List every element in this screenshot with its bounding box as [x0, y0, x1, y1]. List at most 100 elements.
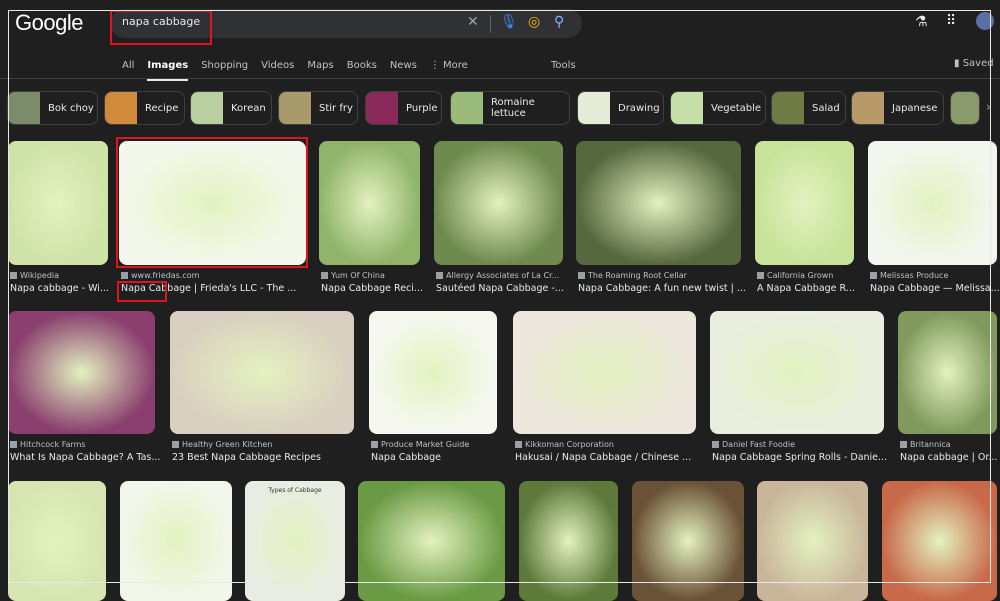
image-title[interactable]: 23 Best Napa Cabbage Recipes	[172, 452, 360, 463]
image-result[interactable]	[882, 481, 997, 601]
apps-grid-icon[interactable]: ⠿	[946, 13, 956, 29]
chip-vegetable[interactable]: Vegetable	[670, 91, 766, 125]
image-result[interactable]	[898, 311, 997, 434]
labs-flask-icon[interactable]: ⚗	[915, 14, 928, 30]
site-favicon	[371, 441, 378, 448]
image-result[interactable]	[319, 141, 420, 265]
image-title[interactable]: Napa Cabbage | Frieda's LLC - The ...	[121, 283, 312, 294]
image-source[interactable]: California Grown	[757, 271, 856, 280]
search-icon[interactable]: ⚲	[554, 14, 564, 30]
image-result[interactable]	[513, 311, 696, 434]
site-favicon	[10, 441, 17, 448]
image-title[interactable]: Napa Cabbage: A fun new twist | ...	[578, 283, 747, 294]
image-result[interactable]	[8, 311, 155, 434]
image-title[interactable]: Napa cabbage | Or...	[900, 452, 1000, 463]
image-title[interactable]: Napa Cabbage — Melissa...	[870, 283, 1000, 294]
source-label: Healthy Green Kitchen	[182, 440, 273, 449]
chip-label: Drawing	[618, 102, 660, 114]
site-favicon	[10, 272, 17, 279]
image-title[interactable]: Napa Cabbage Reci...	[321, 283, 426, 294]
search-input[interactable]	[122, 15, 462, 28]
image-source[interactable]: Daniel Fast Foodie	[712, 440, 886, 449]
chip-label: Stir fry	[319, 102, 353, 114]
chip-thumbnail	[451, 92, 483, 124]
chip-purple[interactable]: Purple	[365, 91, 442, 125]
image-result[interactable]	[119, 141, 306, 265]
image-title[interactable]: Napa Cabbage Spring Rolls - Danie...	[712, 452, 890, 463]
source-label: Britannica	[910, 440, 951, 449]
chip-label: Korean	[231, 102, 266, 114]
image-source[interactable]: Kikkoman Corporation	[515, 440, 698, 449]
image-source[interactable]: Britannica	[900, 440, 999, 449]
clear-icon[interactable]: ✕	[467, 14, 479, 30]
bookmark-icon: ▮	[954, 58, 963, 69]
image-source[interactable]: www.friedas.com	[121, 271, 308, 280]
image-result[interactable]	[576, 141, 741, 265]
image-title[interactable]: A Napa Cabbage R...	[757, 283, 860, 294]
image-source[interactable]: Healthy Green Kitchen	[172, 440, 356, 449]
image-result[interactable]	[120, 481, 232, 601]
lens-icon[interactable]: ◎	[528, 14, 540, 30]
chip-thumbnail	[852, 92, 884, 124]
chip-bok-choy[interactable]: Bok choy	[7, 91, 98, 125]
image-title[interactable]: What Is Napa Cabbage? A Tas...	[10, 452, 161, 463]
image-result[interactable]	[868, 141, 997, 265]
chip-thumbnail	[772, 92, 804, 124]
image-result[interactable]	[710, 311, 884, 434]
image-source[interactable]: Hitchcock Farms	[10, 440, 157, 449]
chip-japanese[interactable]: Japanese	[851, 91, 944, 125]
tools-button[interactable]: Tools	[551, 60, 576, 71]
image-result[interactable]	[358, 481, 505, 601]
chip-romaine-lettuce[interactable]: Romaine lettuce	[450, 91, 570, 125]
site-favicon	[757, 272, 764, 279]
image-source[interactable]: The Roaming Root Cellar	[578, 271, 743, 280]
site-favicon	[712, 441, 719, 448]
source-label: California Grown	[767, 271, 834, 280]
source-label: Produce Market Guide	[381, 440, 470, 449]
chip-thumbnail	[191, 92, 223, 124]
chip-stir-fry[interactable]: Stir fry	[278, 91, 358, 125]
chip-salad[interactable]: Salad	[771, 91, 846, 125]
site-favicon	[172, 441, 179, 448]
chip-korean[interactable]: Korean	[190, 91, 272, 125]
chip-recipe[interactable]: Recipe	[104, 91, 185, 125]
source-label: The Roaming Root Cellar	[588, 271, 687, 280]
image-source[interactable]: Produce Market Guide	[371, 440, 499, 449]
source-label: Yum Of China	[331, 271, 385, 280]
site-favicon	[870, 272, 877, 279]
source-label: Allergy Associates of La Cr...	[446, 271, 560, 280]
image-title[interactable]: Napa cabbage - Wi...	[10, 283, 114, 294]
image-title[interactable]: Sautéed Napa Cabbage -...	[436, 283, 569, 294]
image-result[interactable]: Types of Cabbage	[245, 481, 345, 601]
chip-more-partial[interactable]	[950, 91, 980, 125]
google-logo[interactable]: Google	[15, 10, 83, 36]
image-result[interactable]	[632, 481, 744, 601]
microphone-icon[interactable]: 🎙	[500, 14, 518, 30]
image-result[interactable]	[170, 311, 354, 434]
source-label: Daniel Fast Foodie	[722, 440, 795, 449]
source-label: Melissas Produce	[880, 271, 949, 280]
chip-label: Bok choy	[48, 102, 94, 114]
chip-label: Recipe	[145, 102, 179, 114]
image-result[interactable]	[519, 481, 618, 601]
image-result[interactable]	[755, 141, 854, 265]
image-result[interactable]	[434, 141, 563, 265]
image-title[interactable]: Napa Cabbage	[371, 452, 503, 463]
image-source[interactable]: Allergy Associates of La Cr...	[436, 271, 565, 280]
image-source[interactable]: Wikipedia	[10, 271, 110, 280]
image-source[interactable]: Yum Of China	[321, 271, 422, 280]
thumbnail-text: Types of Cabbage	[268, 487, 322, 494]
image-title[interactable]: Hakusai / Napa Cabbage / Chinese ...	[515, 452, 702, 463]
saved-button[interactable]: ▮ Saved	[954, 58, 994, 69]
chip-label: Japanese	[892, 102, 938, 114]
image-result[interactable]	[369, 311, 497, 434]
chip-drawing[interactable]: Drawing	[577, 91, 664, 125]
account-avatar[interactable]	[976, 12, 994, 30]
search-box[interactable]: ✕ 🎙 ◎ ⚲	[110, 9, 582, 38]
image-result[interactable]	[757, 481, 868, 601]
site-favicon	[321, 272, 328, 279]
image-result[interactable]	[8, 141, 108, 265]
image-source[interactable]: Melissas Produce	[870, 271, 999, 280]
image-result[interactable]	[8, 481, 106, 601]
chevron-right-icon[interactable]: ›	[986, 100, 991, 114]
